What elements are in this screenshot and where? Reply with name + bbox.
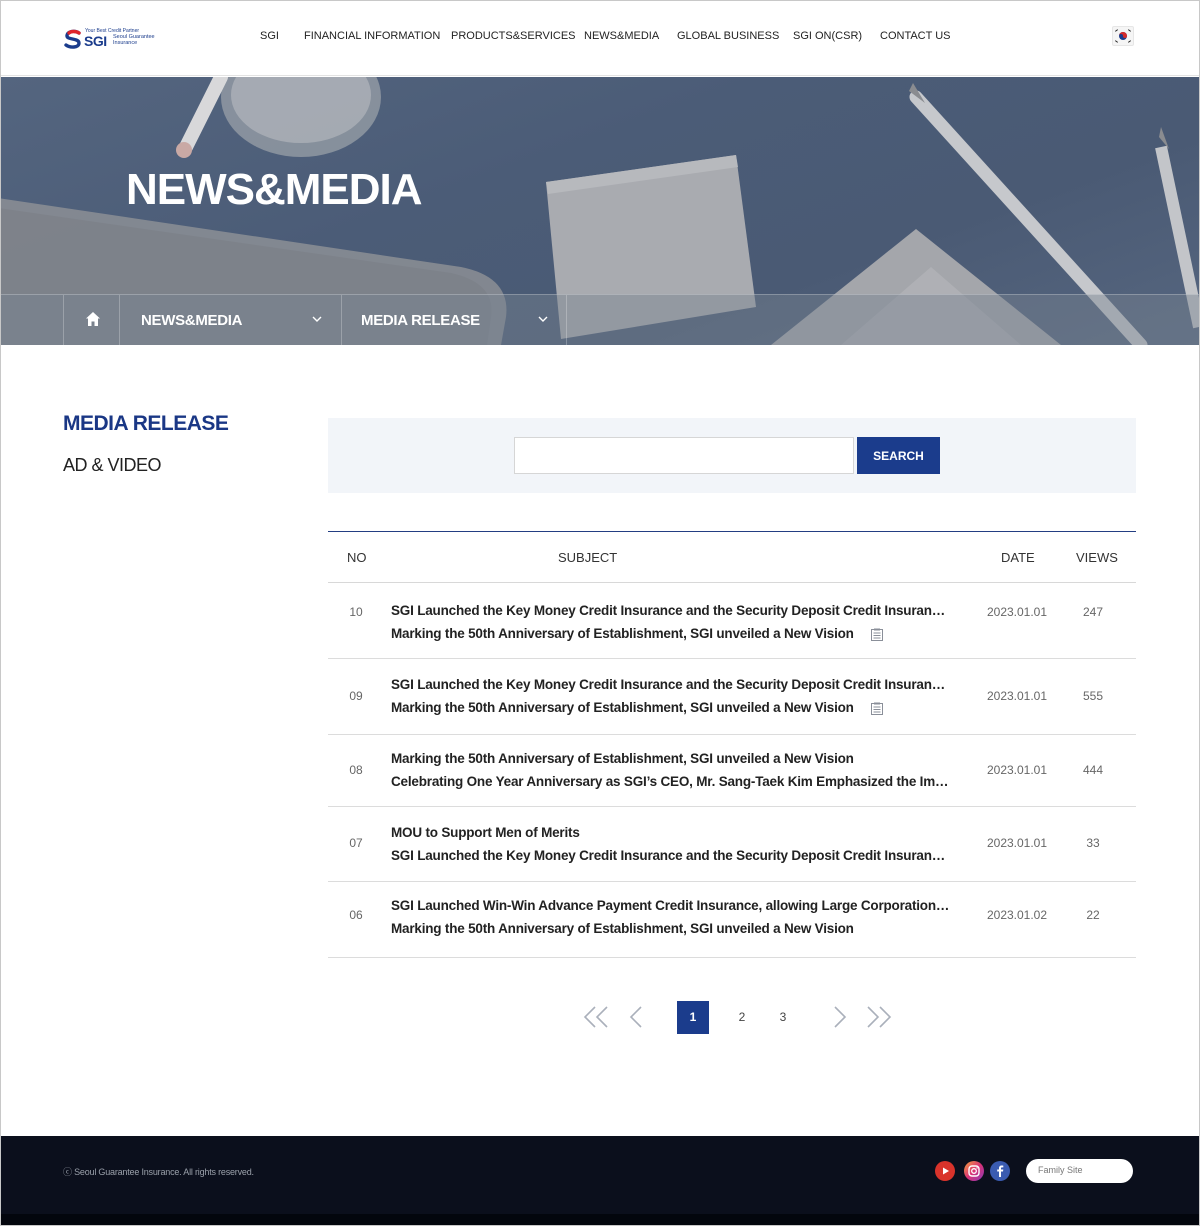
sub-visual-banner: NEWS&MEDIA NEWS&MEDIA MEDIA RELEASE (1, 77, 1199, 345)
table-header: NO SUBJECT DATE VIEWS (328, 531, 1136, 583)
page-2-button[interactable]: 2 (726, 1001, 758, 1034)
subject-line: SGI Launched Win-Win Advance Payment Cre… (391, 898, 951, 913)
breadcrumb-depth2-dropdown[interactable]: MEDIA RELEASE (342, 295, 567, 345)
copyright-text: ⓒ Seoul Guarantee Insurance. All rights … (63, 1167, 254, 1177)
page-3-button[interactable]: 3 (767, 1001, 799, 1034)
row-subject[interactable]: MOU to Support Men of Merits SGI Launche… (391, 821, 951, 867)
gnb-item-sgi-on-csr[interactable]: SGI ON(CSR) (793, 30, 862, 42)
row-subject[interactable]: SGI Launched the Key Money Credit Insura… (391, 673, 951, 719)
home-icon (86, 312, 100, 326)
youtube-icon[interactable] (935, 1161, 955, 1181)
site-footer: ⓒ Seoul Guarantee Insurance. All rights … (1, 1136, 1199, 1225)
gnb-item-sgi[interactable]: SGI (260, 30, 279, 42)
footer-bottom-strip (1, 1214, 1199, 1225)
instagram-icon[interactable] (964, 1161, 984, 1181)
chevron-down-icon (312, 316, 322, 322)
row-subject[interactable]: Marking the 50th Anniversary of Establis… (391, 747, 951, 793)
search-area: SEARCH (328, 418, 1136, 493)
table-row[interactable]: 07 MOU to Support Men of Merits SGI Laun… (328, 807, 1136, 882)
prev-page-icon[interactable] (629, 1005, 643, 1029)
pagination: 1 2 3 (1, 1001, 1199, 1035)
next-page-icon[interactable] (833, 1005, 847, 1029)
breadcrumb-depth1-label: NEWS&MEDIA (141, 312, 243, 329)
lnb-title[interactable]: MEDIA RELEASE (63, 412, 229, 436)
media-release-table: NO SUBJECT DATE VIEWS 10 SGI Launched th… (328, 531, 1136, 958)
column-header-no: NO (347, 550, 367, 565)
gnb-item-news-media[interactable]: NEWS&MEDIA (584, 30, 659, 42)
korea-flag-graphic (1114, 29, 1132, 43)
row-date: 2023.01.01 (986, 836, 1048, 850)
row-views: 555 (1082, 689, 1104, 703)
row-subject[interactable]: SGI Launched Win-Win Advance Payment Cre… (391, 894, 951, 940)
column-header-subject: SUBJECT (558, 550, 618, 565)
row-date: 2023.01.02 (986, 908, 1048, 922)
row-views: 33 (1086, 836, 1100, 850)
row-number: 09 (349, 689, 363, 703)
facebook-icon[interactable] (990, 1161, 1010, 1181)
page-1-button[interactable]: 1 (677, 1001, 709, 1034)
row-views: 444 (1082, 763, 1104, 777)
row-number: 07 (349, 836, 363, 850)
youtube-play-glyph (943, 1167, 949, 1175)
table-row[interactable]: 06 SGI Launched Win-Win Advance Payment … (328, 882, 1136, 958)
location-breadcrumb: NEWS&MEDIA MEDIA RELEASE (1, 294, 1199, 345)
subject-line-with-file: Marking the 50th Anniversary of Establis… (391, 696, 951, 719)
breadcrumb-depth2-label: MEDIA RELEASE (361, 312, 480, 329)
subject-line: SGI Launched the Key Money Credit Insura… (391, 603, 951, 618)
column-header-date: DATE (1001, 550, 1035, 565)
subject-line: SGI Launched the Key Money Credit Insura… (391, 848, 951, 863)
site-header: Your Best Credit Partner SGI Seoul Guara… (1, 1, 1199, 76)
row-date: 2023.01.01 (986, 763, 1048, 777)
page-title: NEWS&MEDIA (126, 165, 423, 214)
subject-line: Marking the 50th Anniversary of Establis… (391, 626, 854, 641)
first-page-icon[interactable] (583, 1005, 609, 1029)
gnb-item-contact-us[interactable]: CONTACT US (880, 30, 951, 42)
row-subject[interactable]: SGI Launched the Key Money Credit Insura… (391, 599, 951, 645)
last-page-icon[interactable] (866, 1005, 892, 1029)
column-header-views: VIEWS (1076, 550, 1118, 565)
lnb-item-ad-video[interactable]: AD & VIDEO (63, 455, 162, 476)
facebook-f-glyph (997, 1165, 1004, 1177)
korea-flag-icon[interactable] (1112, 26, 1134, 46)
family-site-select[interactable]: Family Site (1026, 1159, 1133, 1183)
home-button[interactable] (63, 295, 120, 345)
subject-line: MOU to Support Men of Merits (391, 825, 580, 840)
global-nav: SGI FINANCIAL INFORMATION PRODUCTS&SERVI… (1, 1, 1199, 76)
gnb-item-financial-information[interactable]: FINANCIAL INFORMATION (304, 30, 440, 42)
table-row[interactable]: 09 SGI Launched the Key Money Credit Ins… (328, 659, 1136, 735)
row-number: 06 (349, 908, 363, 922)
search-input[interactable] (514, 437, 854, 474)
row-date: 2023.01.01 (986, 605, 1048, 619)
subject-line: Marking the 50th Anniversary of Establis… (391, 921, 854, 936)
gnb-item-products-services[interactable]: PRODUCTS&SERVICES (451, 30, 576, 42)
row-views: 22 (1086, 908, 1100, 922)
gnb-item-global-business[interactable]: GLOBAL BUSINESS (677, 30, 779, 42)
row-views: 247 (1082, 605, 1104, 619)
chevron-down-icon (538, 316, 548, 322)
attachment-icon (871, 702, 884, 715)
subject-line: SGI Launched the Key Money Credit Insura… (391, 677, 951, 692)
subject-line: Celebrating One Year Anniversary as SGI’… (391, 774, 951, 789)
table-row[interactable]: 08 Marking the 50th Anniversary of Estab… (328, 735, 1136, 807)
breadcrumb-depth1-dropdown[interactable]: NEWS&MEDIA (120, 295, 342, 345)
row-number: 08 (349, 763, 363, 777)
instagram-camera-glyph (968, 1165, 980, 1177)
row-date: 2023.01.01 (986, 689, 1048, 703)
table-row[interactable]: 10 SGI Launched the Key Money Credit Ins… (328, 583, 1136, 659)
subject-line-with-file: Marking the 50th Anniversary of Establis… (391, 622, 951, 645)
attachment-icon (871, 628, 884, 641)
search-button[interactable]: SEARCH (857, 437, 940, 474)
row-number: 10 (349, 605, 363, 619)
subject-line: Marking the 50th Anniversary of Establis… (391, 751, 854, 766)
subject-line: Marking the 50th Anniversary of Establis… (391, 700, 854, 715)
